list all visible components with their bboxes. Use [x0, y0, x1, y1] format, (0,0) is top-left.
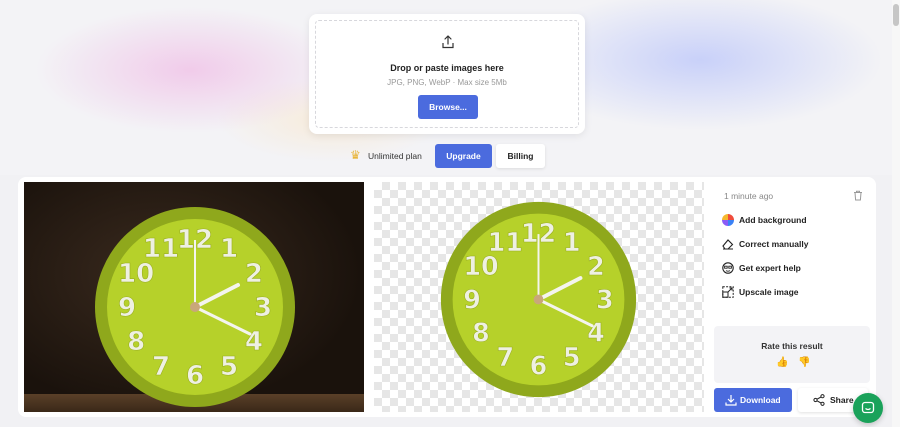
- billing-button[interactable]: Billing: [496, 144, 545, 168]
- clock-numeral: 3: [596, 284, 614, 314]
- download-label: Download: [740, 395, 781, 405]
- rating-title: Rate this result: [761, 341, 823, 351]
- clock-numeral: 11: [143, 234, 179, 264]
- correct-manually-label: Correct manually: [739, 239, 809, 249]
- eraser-icon: [722, 239, 734, 250]
- clock-numeral: 2: [245, 259, 263, 289]
- clock-numeral: 11: [488, 227, 523, 257]
- processed-image[interactable]: 12 1 2 3 4 5 6 7 8 9 10 11: [374, 182, 704, 412]
- chat-icon: [861, 401, 875, 414]
- upload-icon: [442, 35, 454, 49]
- upgrade-button[interactable]: Upgrade: [435, 144, 492, 168]
- plan-label: Unlimited plan: [368, 151, 422, 161]
- download-button[interactable]: Download: [714, 388, 792, 412]
- clock-numeral: 3: [254, 293, 272, 323]
- upscale-icon: [722, 286, 734, 298]
- original-image[interactable]: 12 1 2 3 4 5 6 7 8 9 10 11: [24, 182, 364, 412]
- clock-numeral: 6: [186, 361, 204, 391]
- result-sidebar: 1 minute ago Add background Correct manu…: [712, 177, 876, 417]
- result-card: 12 1 2 3 4 5 6 7 8 9 10 11 12 1 2 3 4 5 6 7 8 9 10 11 1 minute…: [18, 177, 876, 417]
- clock-numeral: 8: [127, 327, 145, 357]
- upload-dropzone[interactable]: Drop or paste images here JPG, PNG, WebP…: [315, 20, 579, 128]
- add-background-label: Add background: [739, 215, 807, 225]
- clock-center: [533, 294, 544, 305]
- plan-row: ♛ Unlimited plan Upgrade Billing: [350, 144, 550, 168]
- scrollbar[interactable]: [892, 0, 900, 427]
- expert-icon: [722, 262, 734, 274]
- rating-box: Rate this result 👍 👎: [714, 326, 870, 383]
- get-expert-help-label: Get expert help: [739, 263, 801, 273]
- clock-numeral: 7: [496, 342, 514, 372]
- clock-image: 12 1234567891011: [95, 207, 295, 407]
- clock-cutout-image: 12 1234567891011: [440, 201, 637, 398]
- clock-numeral: 5: [563, 342, 581, 372]
- clock-numeral: 4: [587, 317, 605, 347]
- clock-numeral: 5: [220, 352, 238, 382]
- color-wheel-icon: [722, 214, 734, 226]
- clock-numeral: 7: [152, 352, 170, 382]
- clock-numeral: 2: [587, 251, 605, 281]
- clock-numeral: 9: [118, 293, 136, 323]
- upload-card[interactable]: Drop or paste images here JPG, PNG, WebP…: [309, 14, 585, 134]
- chat-button[interactable]: [853, 393, 883, 423]
- result-timestamp: 1 minute ago: [724, 191, 774, 201]
- share-label: Share: [830, 395, 854, 405]
- clock-numeral: 9: [463, 284, 481, 314]
- clock-numeral: 6: [530, 351, 548, 381]
- download-icon: [725, 395, 737, 406]
- clock-numeral: 8: [472, 317, 490, 347]
- browse-button[interactable]: Browse...: [418, 95, 478, 119]
- clock-center: [190, 302, 200, 312]
- dropzone-subtitle: JPG, PNG, WebP · Max size 5Mb: [387, 78, 507, 87]
- crown-icon: ♛: [350, 148, 361, 162]
- thumbs-up-icon[interactable]: 👍: [776, 357, 788, 368]
- clock-numeral: 1: [220, 234, 238, 264]
- scrollbar-thumb[interactable]: [893, 4, 899, 26]
- clock-numeral: 1: [563, 227, 581, 257]
- share-icon: [813, 394, 825, 406]
- trash-icon[interactable]: [853, 190, 863, 201]
- dropzone-title: Drop or paste images here: [390, 63, 504, 73]
- thumbs-down-icon[interactable]: 👎: [798, 357, 810, 368]
- upscale-image-label: Upscale image: [739, 287, 799, 297]
